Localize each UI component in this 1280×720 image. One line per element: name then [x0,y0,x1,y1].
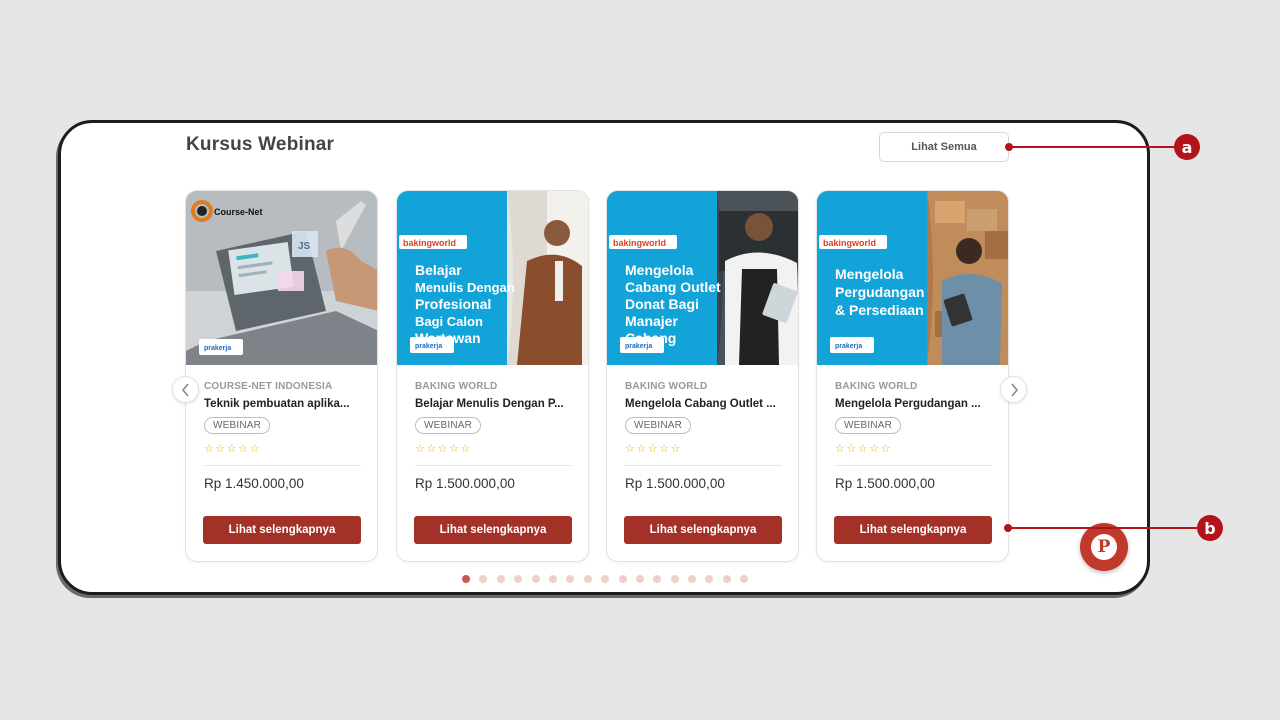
rating-stars: ☆☆☆☆☆ [204,443,261,455]
course-card[interactable]: JS Course-Net prakerja COURSE-NET INDONE… [185,190,378,562]
callout-a-badge: a [1174,134,1200,160]
course-thumbnail: bakingworld Mengelola Cabang Outlet Dona… [607,191,798,365]
carousel-dot[interactable] [601,575,610,583]
course-type-badge: WEBINAR [415,417,482,434]
chevron-right-icon [1010,382,1018,397]
callout-b-line [1010,527,1198,529]
carousel-dot[interactable] [722,575,731,583]
carousel-dot[interactable] [462,575,470,583]
thumb-headline-line: Pergudangan [835,284,924,300]
course-price: Rp 1.500.000,00 [835,476,935,491]
provider-name: COURSE-NET INDONESIA [204,381,333,392]
callout-b-badge: b [1197,515,1223,541]
course-thumbnail: bakingworld Belajar Menulis Dengan Profe… [397,191,588,365]
course-price: Rp 1.500.000,00 [415,476,515,491]
course-type-badge: WEBINAR [835,417,902,434]
thumb-partner: prakerja [204,345,231,352]
svg-text:JS: JS [298,241,311,252]
provider-name: BAKING WORLD [415,381,498,392]
thumb-brand: bakingworld [613,238,666,248]
thumb-headline-line: Belajar [415,262,462,278]
divider [835,465,992,466]
carousel-dot[interactable] [496,575,505,583]
divider [204,465,361,466]
thumb-brand: bakingworld [823,238,876,248]
divider [415,465,572,466]
thumb-brand: Course-Net [214,207,263,217]
rating-stars: ☆☆☆☆☆ [415,443,472,455]
course-card[interactable]: bakingworld Mengelola Cabang Outlet Dona… [606,190,799,562]
carousel-dot[interactable] [740,575,749,583]
course-type-badge: WEBINAR [204,417,271,434]
view-details-button[interactable]: Lihat selengkapnya [624,516,782,544]
carousel-dot[interactable] [618,575,627,583]
thumb-headline-line: & Persediaan [835,302,924,318]
thumb-headline-line: Mengelola [835,266,904,282]
thumb-headline-line: Mengelola [625,262,694,278]
view-details-button[interactable]: Lihat selengkapnya [203,516,361,544]
view-details-button[interactable]: Lihat selengkapnya [834,516,992,544]
course-title[interactable]: Teknik pembuatan aplika... [204,398,364,410]
callout-a-line [1010,146,1175,148]
prakerja-chat-icon: P [1091,534,1117,560]
thumb-partner: prakerja [415,343,442,350]
section-title: Kursus Webinar [186,134,335,155]
carousel-dot[interactable] [653,575,662,583]
carousel-dot[interactable] [566,575,575,583]
carousel-dot[interactable] [670,575,679,583]
rating-stars: ☆☆☆☆☆ [835,443,892,455]
thumb-brand: bakingworld [403,238,456,248]
provider-name: BAKING WORLD [835,381,918,392]
thumb-headline-line: Donat Bagi [625,296,699,312]
thumb-partner: prakerja [835,343,862,350]
see-all-button[interactable]: Lihat Semua [879,132,1009,162]
course-price: Rp 1.500.000,00 [625,476,725,491]
carousel-dot[interactable] [635,575,644,583]
carousel-prev-button[interactable] [172,376,199,403]
rating-stars: ☆☆☆☆☆ [625,443,682,455]
carousel-pagination [462,575,749,583]
thumb-headline-line: Menulis Dengan [415,280,515,295]
thumb-headline-line: Bagi Calon [415,314,483,329]
carousel-dot[interactable] [705,575,714,583]
thumb-headline-line: Cabang Outlet [625,279,721,295]
thumb-headline-line: Manajer [625,313,678,329]
view-details-button[interactable]: Lihat selengkapnya [414,516,572,544]
course-title[interactable]: Mengelola Cabang Outlet ... [625,398,785,410]
carousel-dot[interactable] [548,575,557,583]
course-thumbnail: bakingworld Mengelola Pergudangan & Pers… [817,191,1008,365]
divider [625,465,782,466]
chevron-left-icon [181,382,189,397]
prakerja-chat-button[interactable]: P [1080,523,1128,571]
thumb-partner: prakerja [625,343,652,350]
carousel-dot[interactable] [514,575,523,583]
course-type-badge: WEBINAR [625,417,692,434]
course-title[interactable]: Belajar Menulis Dengan P... [415,398,575,410]
carousel-next-button[interactable] [1000,376,1027,403]
course-thumbnail: JS Course-Net prakerja [186,191,377,365]
course-card[interactable]: bakingworld Belajar Menulis Dengan Profe… [396,190,589,562]
course-price: Rp 1.450.000,00 [204,476,304,491]
carousel-dot[interactable] [688,575,697,583]
course-card[interactable]: bakingworld Mengelola Pergudangan & Pers… [816,190,1009,562]
carousel-dot[interactable] [479,575,488,583]
carousel-dot[interactable] [583,575,592,583]
provider-name: BAKING WORLD [625,381,708,392]
carousel-dot[interactable] [531,575,540,583]
thumb-headline-line: Profesional [415,296,491,312]
course-title[interactable]: Mengelola Pergudangan ... [835,398,995,410]
